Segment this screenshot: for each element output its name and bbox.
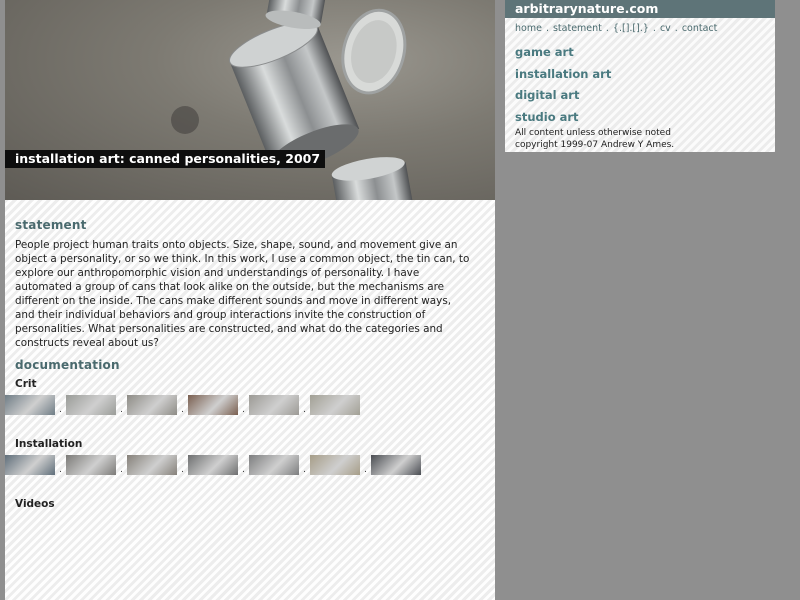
installation-thumbnail[interactable]	[5, 455, 55, 475]
installation-thumbnail-row: ......	[5, 455, 485, 475]
sidebar: arbitrarynature.com home. statement. {.[].…	[505, 0, 775, 152]
thumbnail-separator: .	[303, 405, 306, 415]
nav-separator: .	[605, 23, 609, 34]
installation-thumbnail[interactable]	[371, 455, 421, 475]
thumbnail-separator: .	[242, 405, 245, 415]
thumbnail-separator: .	[364, 465, 367, 475]
nav-separator: .	[545, 23, 549, 34]
installation-thumbnail[interactable]	[66, 455, 116, 475]
footer-line-1: All content unless otherwise noted	[515, 128, 671, 138]
thumbnail-separator: .	[242, 465, 245, 475]
thumbnail-separator: .	[59, 405, 62, 415]
hero-image: installation art: canned personalities, …	[5, 0, 495, 200]
thumbnail-separator: .	[120, 465, 123, 475]
thumbnail-separator: .	[181, 465, 184, 475]
category-installation-art[interactable]: installation art	[505, 64, 775, 86]
thumbnail-separator: .	[120, 405, 123, 415]
thumbnail-separator: .	[181, 405, 184, 415]
tin-can-image	[171, 0, 414, 200]
main-column: installation art: canned personalities, …	[5, 0, 495, 600]
installation-thumbnail[interactable]	[310, 455, 360, 475]
installation-thumbnail[interactable]	[188, 455, 238, 475]
crit-thumbnail[interactable]	[66, 395, 116, 415]
crit-thumbnail[interactable]	[249, 395, 299, 415]
crit-thumbnail[interactable]	[5, 395, 55, 415]
thumbnail-separator: .	[59, 465, 62, 475]
thumbnail-separator: .	[303, 465, 306, 475]
category-game-art[interactable]: game art	[505, 42, 775, 64]
crit-thumbnail[interactable]	[188, 395, 238, 415]
nav-link-brackets[interactable]: {.[].[].}	[613, 23, 649, 34]
top-nav: home. statement. {.[].[].}. cv. contact	[505, 18, 775, 38]
category-studio-art[interactable]: studio art	[505, 107, 775, 129]
crit-thumbnail-row: .....	[5, 395, 485, 415]
installation-label: Installation	[15, 438, 83, 450]
nav-separator: .	[674, 23, 678, 34]
nav-link-home[interactable]: home	[515, 23, 542, 34]
statement-heading: statement	[15, 218, 87, 232]
installation-thumbnail[interactable]	[249, 455, 299, 475]
footer-line-2: copyright 1999-07 Andrew Y Ames.	[515, 140, 675, 150]
videos-label: Videos	[15, 498, 55, 510]
copyright-footer: All content unless otherwise noted copyr…	[505, 127, 775, 151]
category-digital-art[interactable]: digital art	[505, 85, 775, 107]
documentation-heading: documentation	[15, 358, 120, 372]
statement-text: People project human traits onto objects…	[15, 239, 470, 349]
nav-link-cv[interactable]: cv	[660, 23, 671, 34]
hero-caption: installation art: canned personalities, …	[5, 150, 325, 168]
site-title[interactable]: arbitrarynature.com	[505, 0, 775, 18]
crit-thumbnail[interactable]	[127, 395, 177, 415]
crit-thumbnail[interactable]	[310, 395, 360, 415]
installation-thumbnail[interactable]	[127, 455, 177, 475]
nav-separator: .	[652, 23, 656, 34]
content: statement People project human traits on…	[5, 200, 495, 510]
nav-link-statement[interactable]: statement	[553, 23, 602, 34]
nav-link-contact[interactable]: contact	[682, 23, 718, 34]
crit-label: Crit	[15, 378, 37, 390]
